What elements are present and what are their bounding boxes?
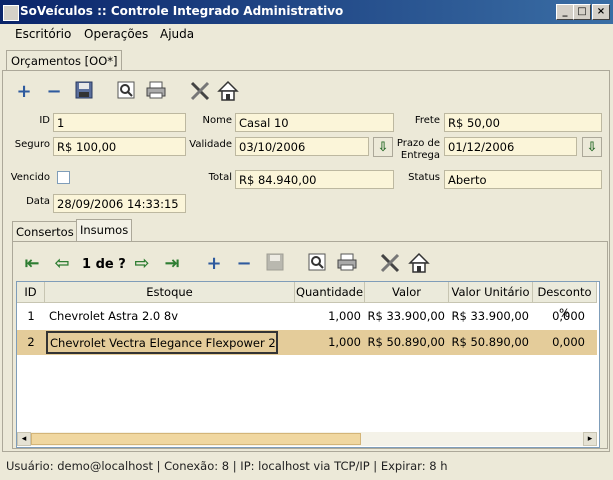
save-icon[interactable] (72, 80, 96, 104)
maximize-button[interactable]: □ (573, 4, 591, 20)
scroll-right-button[interactable]: ▸ (583, 432, 597, 446)
print-icon[interactable] (144, 80, 168, 104)
menu-escritorio[interactable]: Escritório (15, 27, 71, 41)
tab-consertos[interactable]: Consertos (12, 221, 78, 242)
home-icon[interactable] (216, 80, 240, 104)
total-field[interactable]: R$ 84.940,00 (235, 170, 394, 189)
tab-orcamentos[interactable]: Orçamentos [OO*] (6, 50, 123, 71)
horizontal-scrollbar[interactable]: ◂ ▸ (17, 432, 597, 446)
minimize-button[interactable]: _ (556, 4, 574, 20)
vencido-checkbox[interactable] (57, 171, 70, 184)
vencido-label: Vencido (10, 172, 50, 183)
add-item-icon[interactable]: + (202, 252, 226, 276)
add-icon[interactable]: + (12, 80, 36, 104)
scroll-thumb[interactable] (31, 433, 361, 445)
total-label: Total (208, 172, 232, 183)
column-header-quantidade[interactable]: Quantidade (295, 282, 365, 303)
cell-valor-unitario: R$ 33.900,00 (451, 309, 530, 323)
app-icon (3, 5, 19, 21)
prazo-label-2: Entrega (400, 150, 440, 161)
next-record-icon[interactable]: ⇨ (130, 252, 154, 276)
column-header-valor[interactable]: Valor (365, 282, 449, 303)
cell-desconto: 0,000 (552, 335, 585, 349)
cell-estoque: Chevrolet Astra 2.0 8v (49, 309, 179, 323)
home-item-icon[interactable] (407, 252, 431, 276)
data-field[interactable]: 28/09/2006 14:33:15 (53, 194, 186, 213)
validade-picker-button[interactable]: ⇩ (373, 137, 393, 157)
title-bar: SoVeículos :: Controle Integrado Adminis… (0, 0, 613, 24)
status-bar: Usuário: demo@localhost | Conexão: 8 | I… (6, 459, 448, 473)
tools-item-icon[interactable] (378, 252, 402, 276)
close-button[interactable]: × (592, 4, 610, 20)
page-indicator: 1 de ? (82, 257, 126, 272)
id-field[interactable]: 1 (53, 113, 186, 132)
menu-bar: Escritório Operações Ajuda (0, 24, 613, 46)
first-record-icon[interactable]: ⇤ (20, 252, 44, 276)
cell-estoque[interactable]: Chevrolet Vectra Elegance Flexpower 2.0 (46, 331, 278, 354)
remove-item-icon[interactable]: − (232, 252, 256, 276)
column-header-valor-unitario[interactable]: Valor Unitário (449, 282, 533, 303)
cell-valor: R$ 33.900,00 (367, 309, 446, 323)
window-title: SoVeículos :: Controle Integrado Adminis… (20, 4, 344, 18)
cell-quantidade: 1,000 (328, 335, 361, 349)
search-icon[interactable] (114, 80, 138, 104)
nome-label: Nome (202, 115, 233, 126)
cell-id: 1 (27, 309, 35, 323)
save-item-icon[interactable] (263, 252, 287, 276)
seguro-label: Seguro (14, 139, 50, 150)
search-item-icon[interactable] (305, 252, 329, 276)
nome-field[interactable]: Casal 10 (235, 113, 394, 132)
last-record-icon[interactable]: ⇥ (160, 252, 184, 276)
items-table: ID Estoque Quantidade Valor Valor Unitár… (16, 281, 600, 448)
prazo-field[interactable]: 01/12/2006 (444, 137, 577, 156)
cell-desconto: 0,000 (552, 309, 585, 323)
validade-label: Validade (189, 139, 232, 150)
cell-valor: R$ 50.890,00 (367, 335, 446, 349)
data-label: Data (26, 196, 50, 207)
status-label: Status (408, 172, 440, 183)
previous-record-icon[interactable]: ⇦ (50, 252, 74, 276)
seguro-field[interactable]: R$ 100,00 (53, 137, 186, 156)
tools-icon[interactable] (188, 80, 212, 104)
menu-ajuda[interactable]: Ajuda (160, 27, 194, 41)
cell-id: 2 (27, 335, 35, 349)
frete-field[interactable]: R$ 50,00 (444, 113, 602, 132)
column-header-estoque[interactable]: Estoque (45, 282, 295, 303)
column-header-desconto[interactable]: Desconto % (533, 282, 597, 320)
prazo-picker-button[interactable]: ⇩ (582, 137, 602, 157)
cell-valor-unitario: R$ 50.890,00 (451, 335, 530, 349)
validade-field[interactable]: 03/10/2006 (235, 137, 369, 156)
cell-quantidade: 1,000 (328, 309, 361, 323)
prazo-label-1: Prazo de (396, 138, 440, 149)
scroll-left-button[interactable]: ◂ (17, 432, 31, 446)
menu-operacoes[interactable]: Operações (84, 27, 148, 41)
tab-insumos[interactable]: Insumos (76, 219, 133, 242)
table-row[interactable]: 1 Chevrolet Astra 2.0 8v 1,000 R$ 33.900… (17, 304, 597, 329)
print-item-icon[interactable] (335, 252, 359, 276)
column-header-id[interactable]: ID (17, 282, 45, 303)
status-field[interactable]: Aberto (444, 170, 602, 189)
remove-icon[interactable]: − (42, 80, 66, 104)
id-label: ID (39, 115, 50, 126)
frete-label: Frete (414, 115, 440, 126)
table-row-selected[interactable]: 2 Chevrolet Vectra Elegance Flexpower 2.… (17, 330, 597, 355)
